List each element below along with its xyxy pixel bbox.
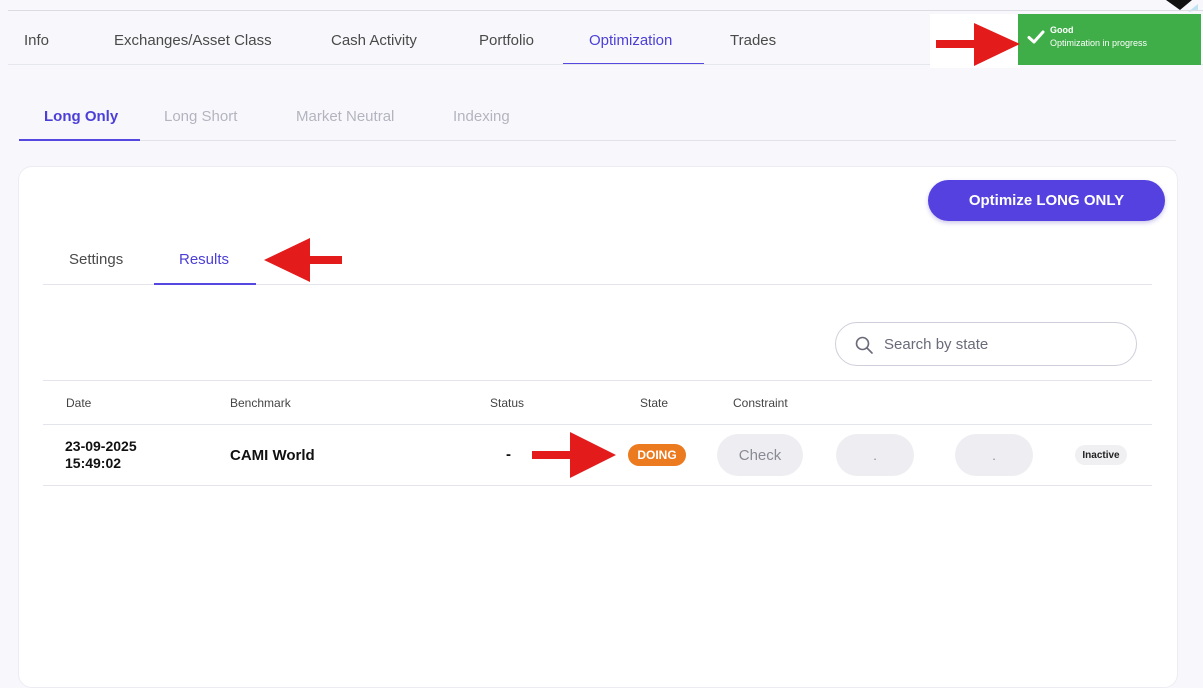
toast-message: Optimization in progress [1050, 38, 1148, 48]
subtabs-divider [19, 140, 1176, 141]
subtab-market-neutral[interactable]: Market Neutral [296, 108, 394, 125]
subtab-long-short[interactable]: Long Short [164, 108, 237, 125]
tab-info[interactable]: Info [24, 32, 49, 49]
tab-portfolio[interactable]: Portfolio [479, 32, 534, 49]
header-date: Date [66, 396, 92, 410]
status-badge: Inactive [1075, 445, 1127, 465]
active-subtab-indicator [19, 139, 140, 141]
results-card [18, 166, 1178, 688]
search-input[interactable] [884, 334, 1114, 354]
tab-results[interactable]: Results [179, 251, 229, 268]
subtab-indexing[interactable]: Indexing [453, 108, 510, 125]
annotation-arrow-left [264, 238, 342, 282]
check-icon [1027, 30, 1045, 44]
row-action-button[interactable]: . [836, 434, 914, 476]
cell-date-time: 15:49:02 [65, 455, 122, 471]
header-status: Status [490, 396, 525, 410]
table-row-border [43, 485, 1152, 486]
table-top-border [43, 380, 1152, 381]
annotation-arrow-right [936, 23, 1020, 66]
cell-status: - [506, 446, 511, 463]
tab-optimization[interactable]: Optimization [589, 32, 672, 49]
cell-benchmark: CAMI World [230, 447, 315, 464]
search-box[interactable] [835, 322, 1137, 366]
optimize-button[interactable]: Optimize LONG ONLY [928, 180, 1165, 221]
tab-settings[interactable]: Settings [69, 251, 123, 268]
check-button[interactable]: Check [717, 434, 803, 476]
tab-exchanges-asset-class[interactable]: Exchanges/Asset Class [114, 32, 272, 49]
tab-trades[interactable]: Trades [730, 32, 776, 49]
toast-title: Good [1050, 25, 1074, 35]
tab-cash-activity[interactable]: Cash Activity [331, 32, 417, 49]
state-badge: DOING [628, 444, 686, 466]
header-constraint: Constraint [733, 396, 788, 410]
cell-date: 23-09-2025 15:49:02 [65, 438, 137, 472]
table-header-border [43, 424, 1152, 425]
annotation-arrow-right [532, 432, 616, 478]
search-icon [855, 336, 873, 354]
row-action-button[interactable]: . [955, 434, 1033, 476]
header-state: State [640, 396, 669, 410]
subtab-long-only[interactable]: Long Only [44, 108, 118, 125]
cell-date-day: 23-09-2025 [65, 438, 137, 454]
toast-notification: Good Optimization in progress [1018, 14, 1201, 65]
active-inner-tab-indicator [154, 283, 256, 285]
header-benchmark: Benchmark [230, 396, 291, 410]
